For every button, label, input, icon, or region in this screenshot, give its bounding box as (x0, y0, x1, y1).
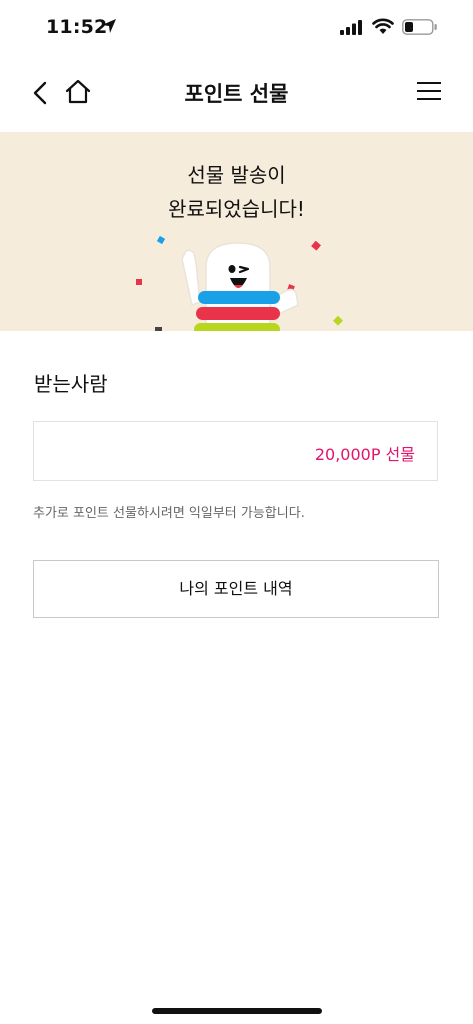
cellular-signal-icon (340, 20, 362, 35)
completion-banner: 선물 발송이 완료되었습니다! (0, 132, 473, 331)
wifi-icon (372, 18, 394, 34)
celebration-mascot-illustration (136, 235, 343, 331)
completion-message: 선물 발송이 완료되었습니다! (0, 158, 473, 226)
confetti-piece (155, 327, 162, 331)
hamburger-menu-icon[interactable] (417, 80, 441, 102)
next-gift-notice: 추가로 포인트 선물하시려면 익일부터 가능합니다. (33, 506, 305, 521)
status-time: 11:52 (46, 16, 108, 38)
confetti-piece (156, 235, 166, 245)
confetti-piece (136, 279, 142, 285)
my-points-history-button[interactable]: 나의 포인트 내역 (33, 560, 439, 618)
completion-message-line1: 선물 발송이 (187, 163, 286, 187)
confetti-piece (311, 240, 321, 251)
recipient-card: 20,000P 선물 (33, 421, 438, 481)
home-indicator[interactable] (152, 1008, 322, 1014)
location-arrow-icon (102, 19, 116, 33)
battery-icon (402, 19, 437, 35)
page-title: 포인트 선물 (184, 82, 289, 106)
confetti-piece (333, 315, 343, 326)
completion-message-line2: 완료되었습니다! (168, 197, 305, 221)
gift-amount: 20,000P 선물 (314, 445, 415, 464)
nav-header: 포인트 선물 (0, 56, 473, 132)
status-bar: 11:52 (0, 0, 473, 56)
recipient-section-title: 받는사람 (34, 372, 108, 396)
